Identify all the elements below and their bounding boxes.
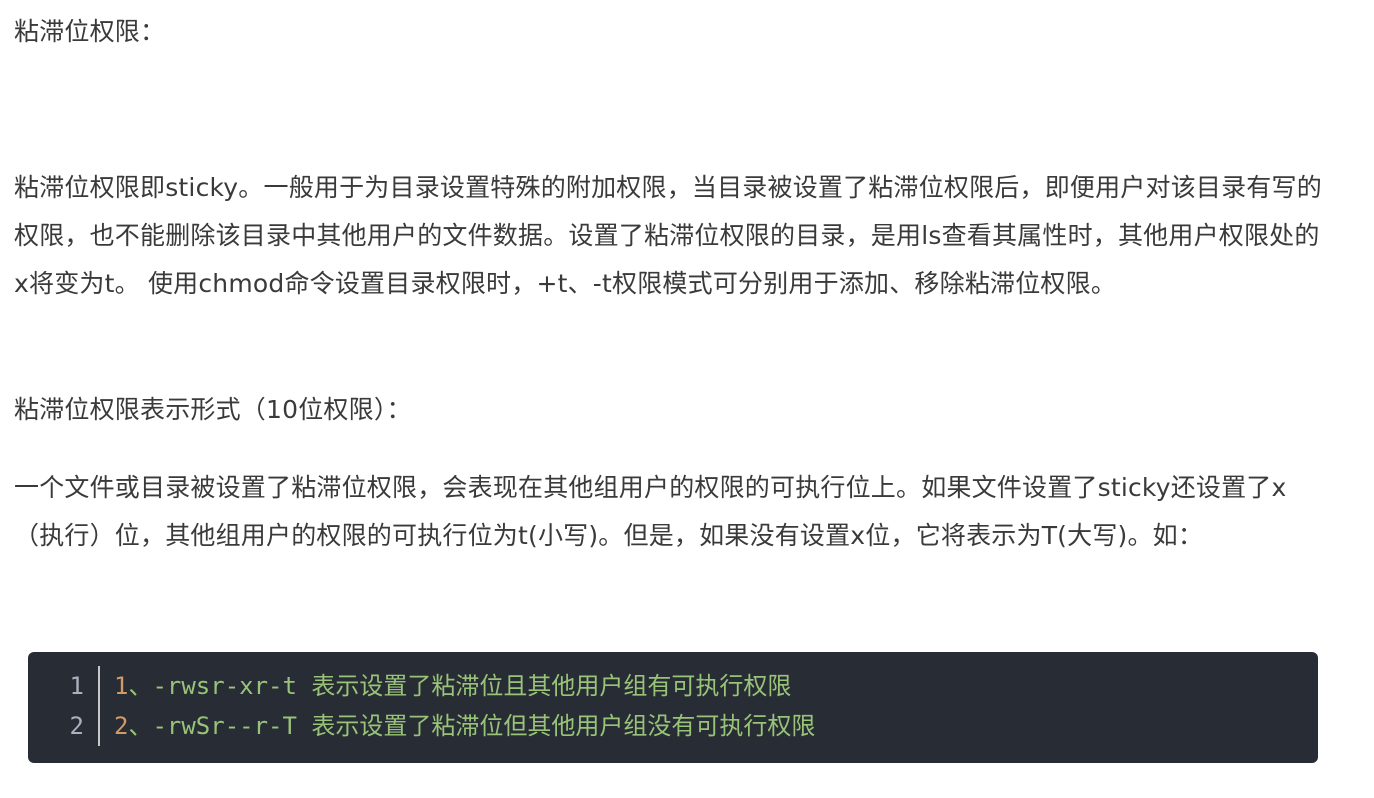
code-line: 2 2、-rwSr--r-T 表示设置了粘滞位但其他用户组没有可执行权限: [28, 706, 1318, 746]
line-number: 2: [28, 706, 100, 746]
code-content: 2、-rwSr--r-T 表示设置了粘滞位但其他用户组没有可执行权限: [100, 706, 815, 746]
code-item-number: 1: [114, 672, 129, 700]
code-line: 1 1、-rwsr-xr-t 表示设置了粘滞位且其他用户组有可执行权限: [28, 666, 1318, 706]
line-number: 1: [28, 666, 100, 706]
code-content: 1、-rwsr-xr-t 表示设置了粘滞位且其他用户组有可执行权限: [100, 666, 791, 706]
code-item-text: 、-rwSr--r-T 表示设置了粘滞位但其他用户组没有可执行权限: [128, 712, 816, 740]
section-heading-sticky: 粘滞位权限：: [14, 17, 166, 46]
code-item-text: 、-rwsr-xr-t 表示设置了粘滞位且其他用户组有可执行权限: [128, 672, 792, 700]
code-block[interactable]: 1 1、-rwsr-xr-t 表示设置了粘滞位且其他用户组有可执行权限 2 2、…: [28, 652, 1318, 763]
code-item-number: 2: [114, 712, 129, 740]
detail-paragraph: 一个文件或目录被设置了粘滞位权限，会表现在其他组用户的权限的可执行位上。如果文件…: [14, 473, 1287, 550]
intro-paragraph: 粘滞位权限即sticky。一般用于为目录设置特殊的附加权限，当目录被设置了粘滞位…: [14, 173, 1322, 298]
section-heading-format: 粘滞位权限表示形式（10位权限）：: [14, 395, 412, 424]
